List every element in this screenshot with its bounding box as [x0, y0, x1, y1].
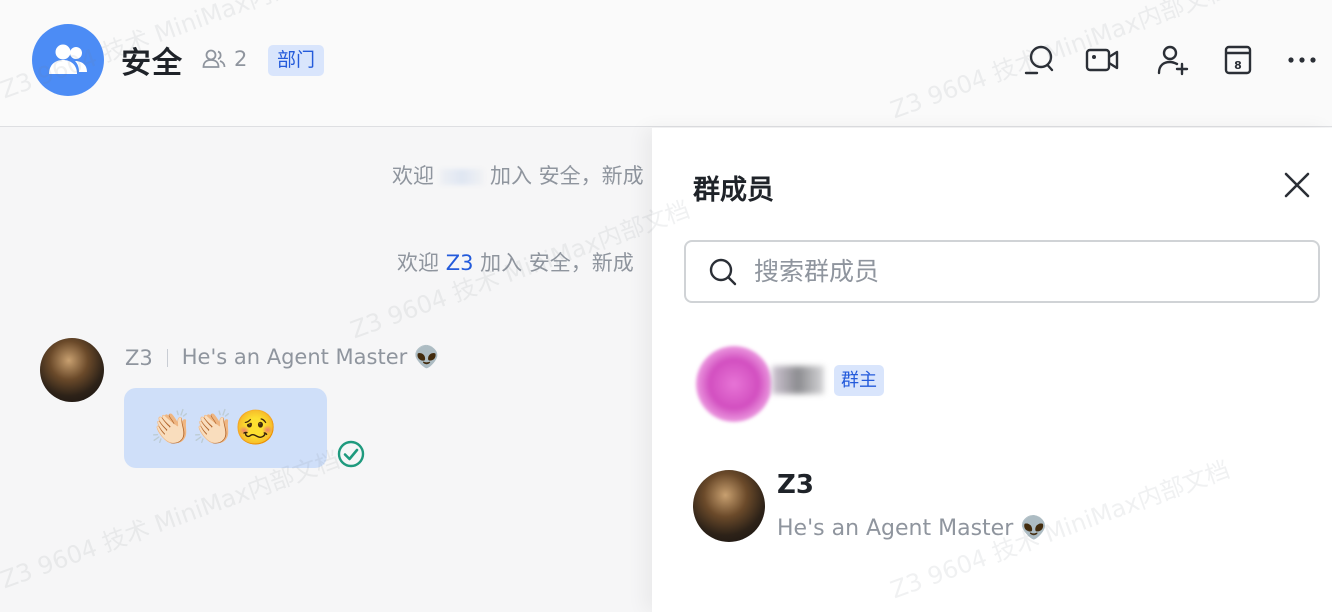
system-message: 欢迎 加入 安全，新成	[392, 160, 644, 190]
member-count[interactable]: 2	[202, 47, 247, 71]
group-avatar[interactable]	[32, 24, 104, 96]
system-message: 欢迎 Z3 加入 安全，新成	[397, 247, 634, 277]
blurred-name	[440, 169, 484, 185]
more-icon	[1288, 57, 1316, 63]
panel-title: 群成员	[693, 175, 774, 206]
member-avatar[interactable]	[696, 346, 772, 422]
search-icon	[709, 258, 737, 285]
message-bubble[interactable]: 👏🏻👏🏻🥴	[124, 388, 327, 468]
system-message-user-link[interactable]: Z3	[446, 251, 474, 275]
member-search-input[interactable]	[754, 257, 1294, 286]
member-search[interactable]	[684, 240, 1320, 303]
video-call-icon	[1085, 48, 1119, 72]
system-message-prefix: 欢迎	[392, 164, 434, 188]
add-member-button[interactable]	[1155, 42, 1191, 78]
members-icon	[202, 49, 226, 68]
sender-signature: He's an Agent Master 👽	[181, 345, 441, 369]
system-message-suffix: 加入 安全，新成	[480, 251, 634, 275]
more-button[interactable]	[1284, 42, 1320, 78]
group-members-panel: 群成员 群主 Z3 He's an Agent Master 👽	[652, 128, 1332, 612]
owner-badge: 群主	[834, 365, 884, 396]
video-call-button[interactable]	[1084, 42, 1120, 78]
blurred-member-name	[772, 366, 824, 394]
search-button[interactable]	[1021, 42, 1057, 78]
member-count-value: 2	[234, 47, 248, 71]
member-name: Z3	[777, 470, 814, 500]
system-message-prefix: 欢迎	[397, 251, 439, 275]
read-check-icon	[337, 440, 365, 468]
member-avatar[interactable]	[693, 470, 765, 542]
close-icon[interactable]	[1282, 170, 1312, 200]
department-badge: 部门	[268, 45, 325, 76]
message-meta: Z3 He's an Agent Master 👽	[125, 345, 440, 370]
group-title: 安全	[121, 46, 183, 81]
sender-avatar[interactable]	[40, 338, 104, 402]
meta-divider	[166, 348, 168, 367]
add-member-icon	[1157, 45, 1189, 76]
calendar-day: 8	[1234, 59, 1242, 72]
calendar-icon: 8	[1224, 45, 1252, 75]
search-icon	[1024, 45, 1054, 75]
system-message-suffix: 加入 安全，新成	[490, 164, 644, 188]
chat-area[interactable]: 欢迎 加入 安全，新成 欢迎 Z3 加入 安全，新成 Z3 He's an Age…	[0, 128, 652, 612]
member-signature: He's an Agent Master 👽	[777, 516, 1048, 541]
group-icon	[49, 44, 87, 74]
sender-name[interactable]: Z3	[125, 346, 153, 370]
chat-header: 安全 2 部门 8	[0, 0, 1332, 127]
calendar-button[interactable]: 8	[1220, 42, 1256, 78]
